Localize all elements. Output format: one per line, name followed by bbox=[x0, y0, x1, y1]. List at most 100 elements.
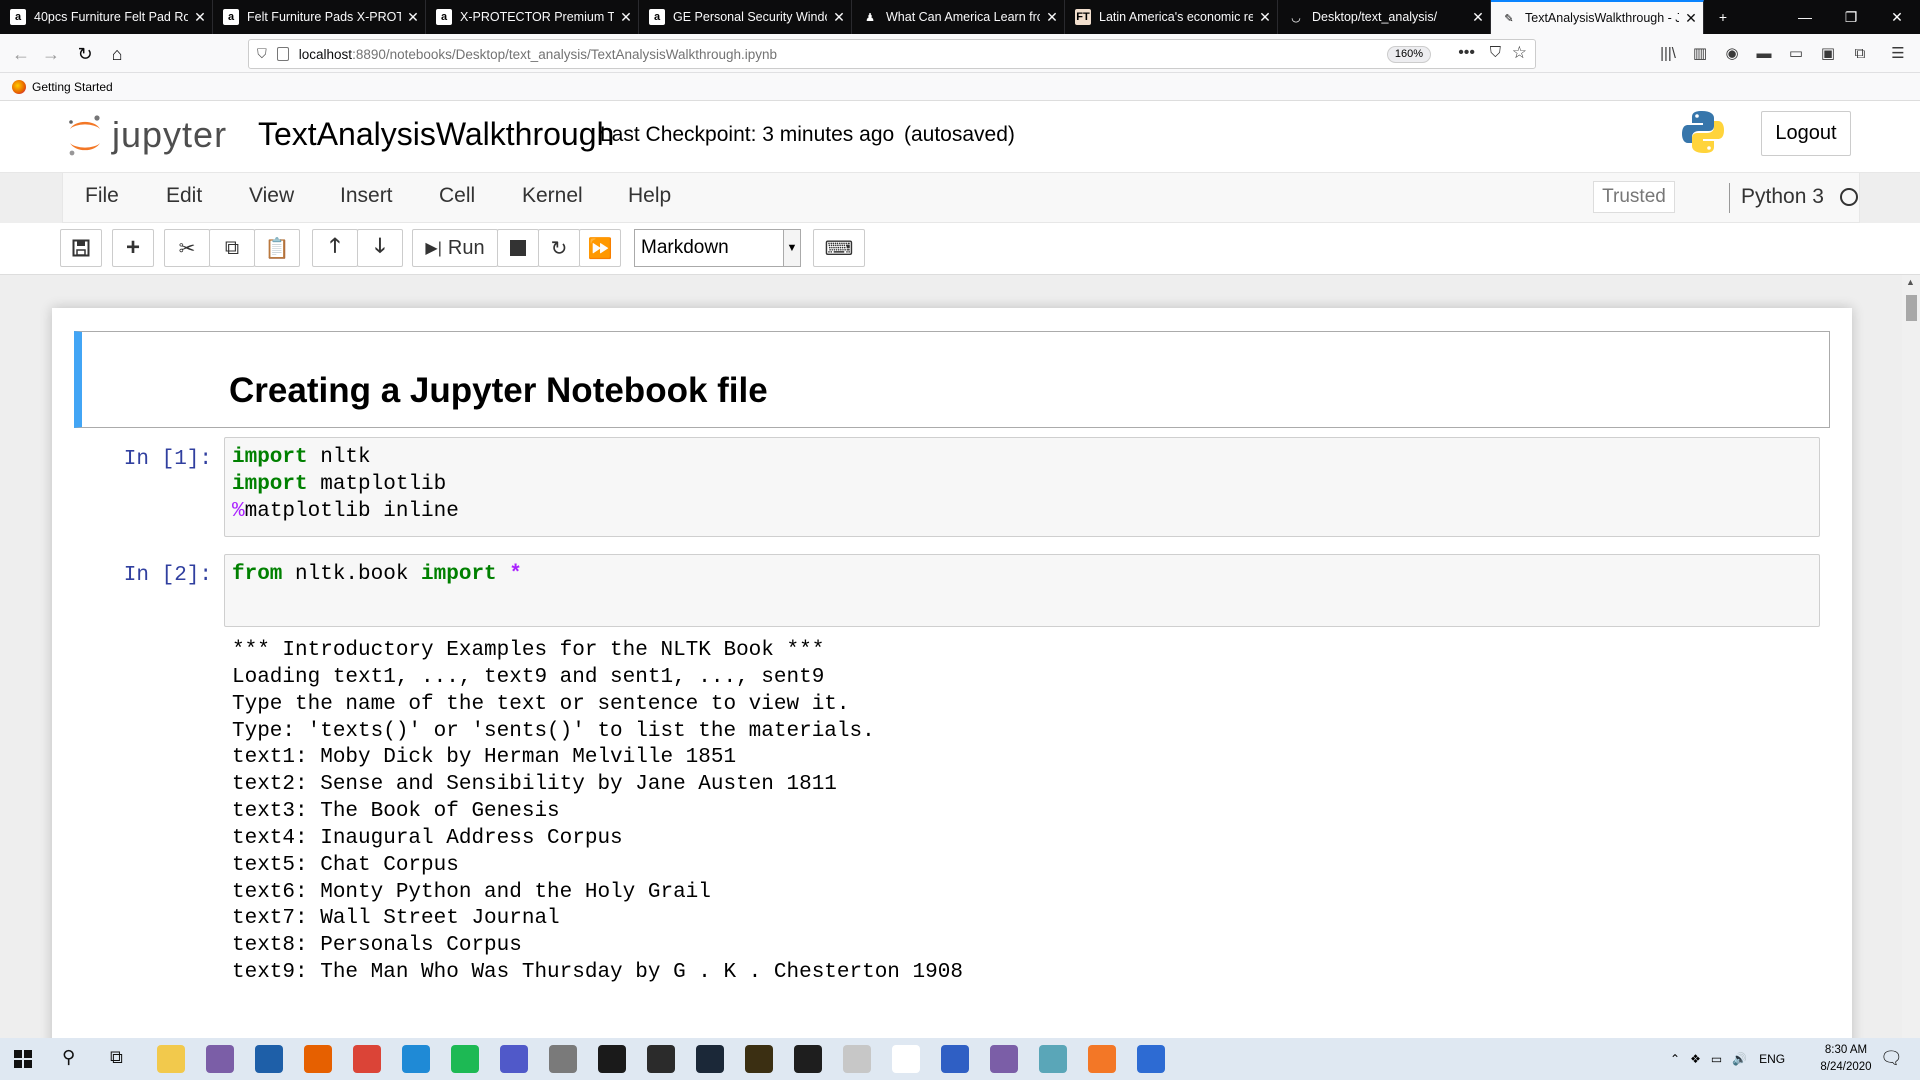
zoom-level[interactable]: 160% bbox=[1386, 46, 1431, 63]
reload-icon[interactable]: ↻ bbox=[72, 41, 98, 67]
menu-cell[interactable]: Cell bbox=[439, 184, 475, 208]
scrollbar-thumb[interactable] bbox=[1906, 295, 1917, 321]
logout-button[interactable]: Logout bbox=[1761, 111, 1851, 156]
app-purple-icon[interactable] bbox=[206, 1045, 234, 1073]
close-tab-icon[interactable]: ✕ bbox=[188, 9, 212, 26]
page-info-icon[interactable] bbox=[276, 47, 289, 61]
clock[interactable]: 8:30 AM 8/24/2020 bbox=[1806, 1042, 1886, 1076]
menu-insert[interactable]: Insert bbox=[340, 184, 393, 208]
account-icon[interactable]: ◉ bbox=[1722, 44, 1742, 64]
volume-icon[interactable]: 🔊 bbox=[1732, 1052, 1747, 1066]
cell-type-select[interactable]: Markdown ▼ bbox=[634, 229, 801, 267]
notification-icon[interactable]: 🗨 bbox=[1880, 1048, 1903, 1069]
url-bar[interactable]: ⛉ localhost:8890/notebooks/Desktop/text_… bbox=[248, 39, 1536, 69]
steam-icon[interactable] bbox=[696, 1045, 724, 1073]
notes-icon[interactable] bbox=[941, 1045, 969, 1073]
app-gold-icon[interactable] bbox=[745, 1045, 773, 1073]
close-tab-icon[interactable]: ✕ bbox=[614, 9, 638, 26]
sidebar-icon[interactable]: ▥ bbox=[1690, 44, 1710, 64]
slack-icon[interactable] bbox=[892, 1045, 920, 1073]
close-tab-icon[interactable]: ✕ bbox=[401, 9, 425, 26]
vertical-scrollbar[interactable]: ▲ bbox=[1902, 275, 1920, 1038]
browser-tab[interactable]: ✎ TextAnalysisWalkthrough - Ju ✕ bbox=[1491, 0, 1704, 34]
jupyter-icon[interactable] bbox=[1088, 1045, 1116, 1073]
home-icon[interactable]: ⌂ bbox=[104, 41, 130, 67]
menu-file[interactable]: File bbox=[85, 184, 119, 208]
app-gray-circle-icon[interactable] bbox=[549, 1045, 577, 1073]
menu-edit[interactable]: Edit bbox=[166, 184, 202, 208]
extension-4-icon[interactable]: ⧉ bbox=[1850, 44, 1870, 64]
move-down-icon[interactable]: 🡓 bbox=[357, 229, 403, 267]
menu-view[interactable]: View bbox=[249, 184, 294, 208]
powershell-icon[interactable] bbox=[1137, 1045, 1165, 1073]
browser-tab[interactable]: a X-PROTECTOR Premium Two ✕ bbox=[426, 0, 639, 34]
menu-icon[interactable]: ☰ bbox=[1888, 44, 1908, 64]
extension-1-icon[interactable]: ▬ bbox=[1754, 44, 1774, 64]
menu-kernel[interactable]: Kernel bbox=[522, 184, 583, 208]
close-tab-icon[interactable]: ✕ bbox=[1040, 9, 1064, 26]
fast-forward-icon[interactable]: ⏩ bbox=[579, 229, 621, 267]
app-paint-icon[interactable] bbox=[843, 1045, 871, 1073]
jupyter-logo[interactable]: jupyter bbox=[66, 113, 227, 157]
teams-icon[interactable] bbox=[500, 1045, 528, 1073]
extension-2-icon[interactable]: ▭ bbox=[1786, 44, 1806, 64]
app-dark-icon[interactable] bbox=[647, 1045, 675, 1073]
browser-tab[interactable]: ◡ Desktop/text_analysis/ ✕ bbox=[1278, 0, 1491, 34]
code-cell-2[interactable]: from nltk.book import * bbox=[224, 554, 1820, 627]
back-icon[interactable]: ← bbox=[8, 41, 34, 67]
dropbox-icon[interactable]: ❖ bbox=[1690, 1052, 1701, 1066]
close-tab-icon[interactable]: ✕ bbox=[1253, 9, 1277, 26]
page-actions-icon[interactable]: ••• bbox=[1458, 44, 1475, 62]
nvidia-icon[interactable] bbox=[598, 1045, 626, 1073]
run-button[interactable]: ▶| Run bbox=[412, 229, 498, 267]
copy-icon[interactable]: ⧉ bbox=[209, 229, 255, 267]
save-icon[interactable] bbox=[60, 229, 102, 267]
windows-start-icon[interactable] bbox=[14, 1050, 32, 1073]
browser-tab[interactable]: FT Latin America's economic re ✕ bbox=[1065, 0, 1278, 34]
bookmark-star-icon[interactable]: ☆ bbox=[1512, 43, 1527, 63]
keyboard-icon[interactable]: ⌨ bbox=[813, 229, 865, 267]
kernel-name[interactable]: Python 3 bbox=[1741, 185, 1824, 209]
app-teal-icon[interactable] bbox=[1039, 1045, 1067, 1073]
move-up-icon[interactable]: 🡑 bbox=[312, 229, 358, 267]
extension-3-icon[interactable]: ▣ bbox=[1818, 44, 1838, 64]
spotify-icon[interactable] bbox=[451, 1045, 479, 1073]
network-icon[interactable]: ▭ bbox=[1711, 1052, 1722, 1066]
restore-button[interactable]: ❐ bbox=[1828, 0, 1874, 34]
app-red-black-icon[interactable] bbox=[794, 1045, 822, 1073]
browser-tab[interactable]: ♟ What Can America Learn fro ✕ bbox=[852, 0, 1065, 34]
menu-help[interactable]: Help bbox=[628, 184, 671, 208]
library-icon[interactable]: |||\ bbox=[1658, 44, 1678, 64]
chrome-icon[interactable] bbox=[353, 1045, 381, 1073]
scroll-up-icon[interactable]: ▲ bbox=[1906, 277, 1915, 287]
bookmark-getting-started[interactable]: Getting Started bbox=[32, 80, 113, 94]
browser-tab[interactable]: a 40pcs Furniture Felt Pad Rou ✕ bbox=[0, 0, 213, 34]
cut-icon[interactable]: ✂ bbox=[164, 229, 210, 267]
task-view-icon[interactable]: ⧉ bbox=[110, 1047, 123, 1068]
interrupt-icon[interactable] bbox=[497, 229, 539, 267]
app-purple2-icon[interactable] bbox=[990, 1045, 1018, 1073]
app-blue-spiral-icon[interactable] bbox=[255, 1045, 283, 1073]
restart-icon[interactable]: ↻ bbox=[538, 229, 580, 267]
insert-cell-icon[interactable]: + bbox=[112, 229, 154, 267]
new-tab-button[interactable]: + bbox=[1700, 0, 1746, 34]
shield-icon[interactable]: ⛉ bbox=[257, 46, 267, 62]
chevron-up-icon[interactable]: ⌃ bbox=[1670, 1052, 1680, 1066]
trusted-indicator[interactable]: Trusted bbox=[1593, 181, 1675, 213]
minimize-button[interactable]: — bbox=[1782, 0, 1828, 34]
edge-icon[interactable] bbox=[402, 1045, 430, 1073]
search-icon[interactable]: ⚲ bbox=[62, 1047, 75, 1068]
paste-icon[interactable]: 📋 bbox=[254, 229, 300, 267]
markdown-cell[interactable]: Creating a Jupyter Notebook file bbox=[74, 331, 1830, 428]
file-explorer-icon[interactable] bbox=[157, 1045, 185, 1073]
language-indicator[interactable]: ENG bbox=[1759, 1052, 1785, 1066]
close-tab-icon[interactable]: ✕ bbox=[827, 9, 851, 26]
firefox-icon[interactable] bbox=[304, 1045, 332, 1073]
pocket-icon[interactable]: ⛉ bbox=[1490, 44, 1501, 61]
close-window-button[interactable]: ✕ bbox=[1874, 0, 1920, 34]
code-cell-1[interactable]: import nltk import matplotlib %matplotli… bbox=[224, 437, 1820, 537]
close-tab-icon[interactable]: ✕ bbox=[1466, 9, 1490, 26]
browser-tab[interactable]: a Felt Furniture Pads X-PROTEC✕ bbox=[213, 0, 426, 34]
browser-tab[interactable]: a GE Personal Security Window ✕ bbox=[639, 0, 852, 34]
forward-icon[interactable]: → bbox=[38, 41, 64, 67]
